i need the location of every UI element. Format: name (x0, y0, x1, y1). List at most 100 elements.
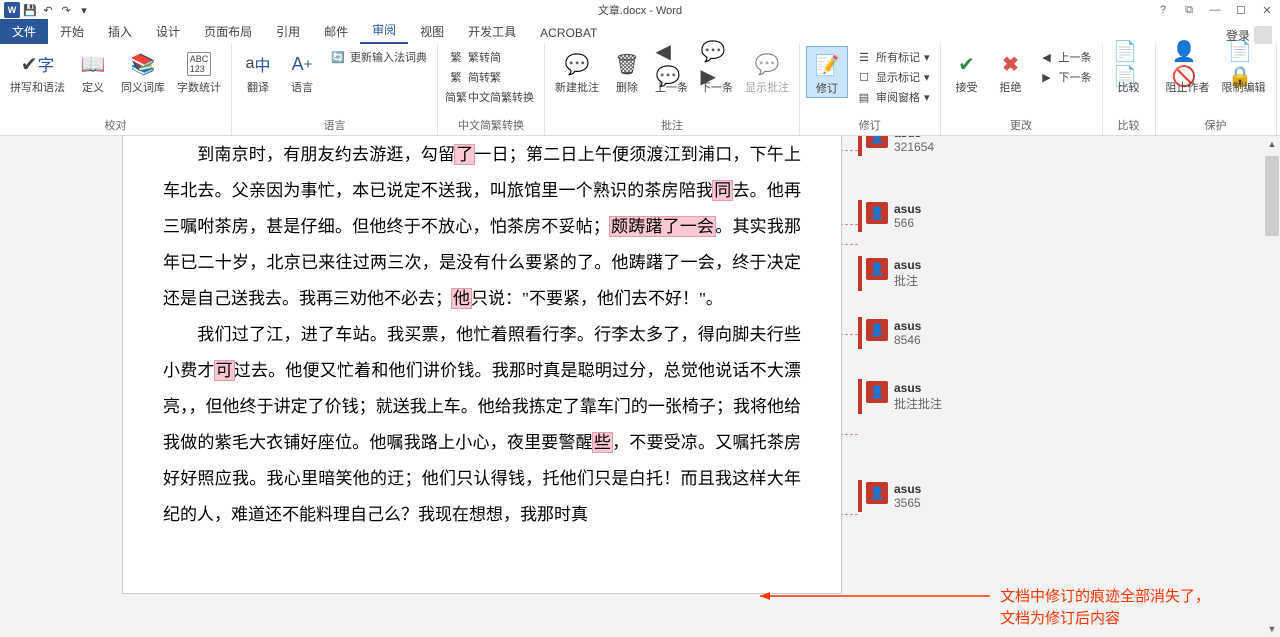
prev-change-button[interactable]: ◀上一条 (1035, 48, 1096, 66)
ribbon-group-chinese: 繁繁转简 繁简转繁 简繁中文简繁转换 中文简繁转换 (438, 44, 545, 135)
thesaurus-button[interactable]: 📚 同义词库 (117, 46, 169, 96)
ime-icon: 🔄 (330, 49, 346, 65)
avatar-icon (1254, 26, 1272, 44)
avatar-icon: 👤 (866, 319, 888, 341)
tab-view[interactable]: 视图 (408, 19, 456, 44)
spelling-icon: ✔字 (22, 48, 54, 80)
show-comments-icon: 💬 (751, 48, 783, 80)
translate-icon: a中 (242, 48, 274, 80)
avatar-icon: 👤 (866, 381, 888, 403)
maximize-icon[interactable]: ☐ (1232, 4, 1250, 17)
comment-pane: 👤asus321654 👤asus566 👤asus批注 👤asus8546 👤… (858, 136, 1138, 536)
define-icon: 📖 (77, 48, 109, 80)
ribbon: ✔字 拼写和语法 📖 定义 📚 同义词库 ABC123 字数统计 校对 a中 翻… (0, 44, 1280, 136)
show-comments-button[interactable]: 💬显示批注 (741, 46, 793, 96)
sign-in-label: 登录 (1226, 27, 1250, 44)
scroll-up-icon[interactable]: ▲ (1264, 136, 1280, 152)
convert-icon: 简繁 (448, 89, 464, 105)
comment-item[interactable]: 👤asus566 (858, 200, 1138, 232)
pane-icon: ▤ (856, 89, 872, 105)
prev-comment-icon: ◀💬 (656, 48, 688, 80)
comment-item[interactable]: 👤asus3565 (858, 480, 1138, 512)
comment-item[interactable]: 👤asus321654 (858, 136, 1138, 156)
language-button[interactable]: A+ 语言 (282, 46, 322, 96)
tab-design[interactable]: 设计 (144, 19, 192, 44)
reject-button[interactable]: ✖拒绝 (991, 46, 1031, 96)
ribbon-options-icon[interactable]: ⧉ (1180, 4, 1198, 17)
scroll-thumb[interactable] (1265, 156, 1279, 236)
accept-button[interactable]: ✔接受 (947, 46, 987, 96)
block-authors-button[interactable]: 👤🚫阻止作者 (1162, 46, 1214, 96)
markup-icon: ☰ (856, 49, 872, 65)
paragraph-2[interactable]: 我们过了江，进了车站。我买票，他忙着照看行李。行李太多了，得向脚夫行些小费才可过… (163, 317, 801, 533)
comment-item[interactable]: 👤asus8546 (858, 317, 1138, 349)
ribbon-tabs: 文件 开始 插入 设计 页面布局 引用 邮件 审阅 视图 开发工具 ACROBA… (0, 20, 1280, 44)
comment-item[interactable]: 👤asus批注批注 (858, 379, 1138, 414)
translate-button[interactable]: a中 翻译 (238, 46, 278, 96)
title-bar: W 💾 ↶ ↷ ▾ 文章.docx - Word ? ⧉ — ☐ ✕ (0, 0, 1280, 20)
define-button[interactable]: 📖 定义 (73, 46, 113, 96)
close-icon[interactable]: ✕ (1258, 4, 1276, 17)
ribbon-group-comments: 💬新建批注 🗑删除 ◀💬上一条 💬▶下一条 💬显示批注 批注 (545, 44, 800, 135)
compare-button[interactable]: 📄📄比较 (1109, 46, 1149, 96)
spelling-button[interactable]: ✔字 拼写和语法 (6, 46, 69, 96)
tab-insert[interactable]: 插入 (96, 19, 144, 44)
comment-item[interactable]: 👤asus批注 (858, 256, 1138, 291)
lock-icon: 📄🔒 (1228, 48, 1260, 80)
new-comment-button[interactable]: 💬新建批注 (551, 46, 603, 96)
ribbon-group-compare: 📄📄比较 比较 (1103, 44, 1156, 135)
prev-change-icon: ◀ (1039, 49, 1055, 65)
vertical-scrollbar[interactable]: ▲ ▼ (1264, 136, 1280, 637)
prev-comment-button[interactable]: ◀💬上一条 (651, 46, 692, 96)
accept-icon: ✔ (951, 48, 983, 80)
next-change-icon: ▶ (1039, 69, 1055, 85)
quick-access-toolbar: W 💾 ↶ ↷ ▾ (0, 2, 92, 18)
track-changes-icon: 📝 (811, 49, 843, 81)
avatar-icon: 👤 (866, 258, 888, 280)
tab-layout[interactable]: 页面布局 (192, 19, 264, 44)
window-title: 文章.docx - Word (598, 2, 682, 18)
thesaurus-icon: 📚 (127, 48, 159, 80)
window-controls: ? ⧉ — ☐ ✕ (1154, 4, 1276, 17)
next-comment-icon: 💬▶ (701, 48, 733, 80)
next-comment-button[interactable]: 💬▶下一条 (696, 46, 737, 96)
new-comment-icon: 💬 (561, 48, 593, 80)
save-icon[interactable]: 💾 (22, 2, 38, 18)
ribbon-group-language: a中 翻译 A+ 语言 🔄 更新输入法词典 语言 (232, 44, 438, 135)
tab-acrobat[interactable]: ACROBAT (528, 22, 609, 44)
wordcount-button[interactable]: ABC123 字数统计 (173, 46, 225, 96)
group-label-proofing: 校对 (6, 117, 225, 135)
sc-to-tc-button[interactable]: 繁繁转简 (444, 48, 538, 66)
delete-comment-button[interactable]: 🗑删除 (607, 46, 647, 96)
markup-view-dropdown[interactable]: ☰所有标记 ▾ (852, 48, 934, 66)
show-markup-dropdown[interactable]: ☐显示标记 ▾ (852, 68, 934, 86)
update-ime-button[interactable]: 🔄 更新输入法词典 (326, 48, 431, 66)
tab-mailings[interactable]: 邮件 (312, 19, 360, 44)
tab-developer[interactable]: 开发工具 (456, 19, 528, 44)
convert-button[interactable]: 简繁中文简繁转换 (444, 88, 538, 106)
reject-icon: ✖ (995, 48, 1027, 80)
group-label-changes: 更改 (947, 117, 1096, 135)
tab-home[interactable]: 开始 (48, 19, 96, 44)
restrict-editing-button[interactable]: 📄🔒限制编辑 (1218, 46, 1270, 96)
document-page: 到南京时，有朋友约去游逛，勾留了一日；第二日上午便须渡江到浦口，下午上车北去。父… (122, 136, 842, 594)
scroll-down-icon[interactable]: ▼ (1264, 621, 1280, 637)
help-icon[interactable]: ? (1154, 4, 1172, 17)
tab-file[interactable]: 文件 (0, 19, 48, 44)
minimize-icon[interactable]: — (1206, 4, 1224, 17)
document-area: 到南京时，有朋友约去游逛，勾留了一日；第二日上午便须渡江到浦口，下午上车北去。父… (0, 136, 1280, 637)
track-changes-button[interactable]: 📝修订 (806, 46, 848, 98)
tab-references[interactable]: 引用 (264, 19, 312, 44)
tc-to-sc-button[interactable]: 繁简转繁 (444, 68, 538, 86)
paragraph-1[interactable]: 到南京时，有朋友约去游逛，勾留了一日；第二日上午便须渡江到浦口，下午上车北去。父… (163, 137, 801, 317)
qat-dropdown-icon[interactable]: ▾ (76, 2, 92, 18)
group-label-comments: 批注 (551, 117, 793, 135)
tc-sc-icon: 繁 (448, 69, 464, 85)
undo-icon[interactable]: ↶ (40, 2, 56, 18)
avatar-icon: 👤 (866, 202, 888, 224)
reviewing-pane-dropdown[interactable]: ▤审阅窗格 ▾ (852, 88, 934, 106)
sign-in[interactable]: 登录 (1226, 26, 1272, 44)
next-change-button[interactable]: ▶下一条 (1035, 68, 1096, 86)
tab-review[interactable]: 审阅 (360, 17, 408, 44)
redo-icon[interactable]: ↷ (58, 2, 74, 18)
